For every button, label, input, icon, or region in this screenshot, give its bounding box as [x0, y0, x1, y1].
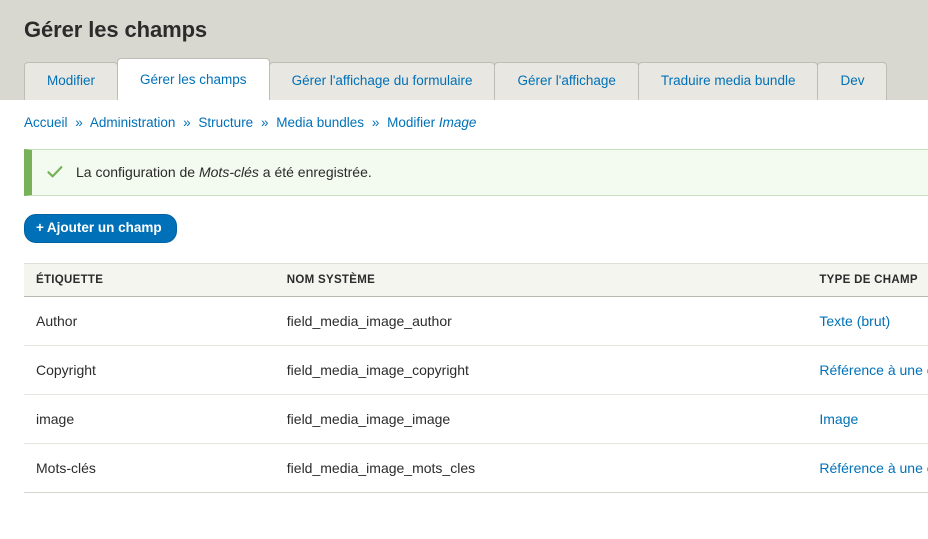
table-row: Author field_media_image_author Texte (b… — [24, 296, 928, 346]
fields-table-body: Author field_media_image_author Texte (b… — [24, 296, 928, 493]
field-type-link[interactable]: Référence à une entité — [819, 362, 928, 378]
cell-field-type: Référence à une entité — [819, 443, 928, 493]
tab-gerer-affichage[interactable]: Gérer l'affichage — [494, 62, 639, 100]
fields-table-head: ÉTIQUETTE NOM SYSTÈME TYPE DE CHAMP — [24, 263, 928, 297]
column-header-field-type: TYPE DE CHAMP — [819, 263, 928, 297]
breadcrumb-item-modifier[interactable]: Modifier — [387, 115, 435, 130]
field-type-link[interactable]: Image — [819, 411, 858, 427]
field-type-link[interactable]: Texte (brut) — [819, 313, 890, 329]
main-content: Accueil » Administration » Structure » M… — [0, 100, 928, 493]
status-message-text: La configuration de Mots-clés a été enre… — [76, 162, 372, 182]
breadcrumb-separator: » — [75, 115, 83, 130]
table-row: image field_media_image_image Image — [24, 394, 928, 444]
cell-field-machine-name: field_media_image_copyright — [286, 345, 820, 395]
action-links: + Ajouter un champ — [24, 214, 928, 243]
check-icon — [46, 163, 64, 181]
breadcrumb-item-structure[interactable]: Structure — [198, 115, 253, 130]
cell-field-label: Copyright — [24, 345, 287, 395]
breadcrumb-item-administration[interactable]: Administration — [90, 115, 176, 130]
cell-field-machine-name: field_media_image_author — [286, 296, 820, 346]
cell-field-type: Image — [819, 394, 928, 444]
breadcrumb-separator: » — [371, 115, 380, 130]
status-message: La configuration de Mots-clés a été enre… — [24, 149, 928, 196]
tab-gerer-les-champs[interactable]: Gérer les champs — [117, 58, 270, 100]
table-row: Mots-clés field_media_image_mots_cles Ré… — [24, 443, 928, 493]
fields-table: ÉTIQUETTE NOM SYSTÈME TYPE DE CHAMP Auth… — [24, 263, 928, 493]
page-header: Gérer les champs Modifier Gérer les cham… — [0, 0, 928, 100]
cell-field-type: Texte (brut) — [819, 296, 928, 346]
column-header-label: ÉTIQUETTE — [24, 263, 287, 297]
status-text-emphasis: Mots-clés — [198, 164, 259, 180]
column-header-machine-name: NOM SYSTÈME — [286, 263, 820, 297]
breadcrumb-separator: » — [183, 115, 191, 130]
field-type-link[interactable]: Référence à une entité — [819, 460, 928, 476]
primary-tabs: Modifier Gérer les champs Gérer l'affich… — [24, 58, 888, 100]
status-text-before: La configuration de — [76, 164, 199, 180]
tab-gerer-affichage-formulaire[interactable]: Gérer l'affichage du formulaire — [268, 62, 496, 100]
breadcrumb-item-accueil[interactable]: Accueil — [24, 115, 68, 130]
tab-modifier[interactable]: Modifier — [24, 62, 119, 100]
breadcrumb: Accueil » Administration » Structure » M… — [0, 100, 928, 132]
breadcrumb-item-media-bundles[interactable]: Media bundles — [276, 115, 364, 130]
plus-icon: + — [36, 220, 44, 235]
table-row: Copyright field_media_image_copyright Ré… — [24, 345, 928, 395]
cell-field-label: image — [24, 394, 287, 444]
breadcrumb-separator: » — [260, 115, 269, 130]
add-field-button[interactable]: + Ajouter un champ — [24, 214, 177, 243]
breadcrumb-item-image: Image — [438, 115, 477, 130]
cell-field-machine-name: field_media_image_image — [286, 394, 820, 444]
tab-devel[interactable]: Dev — [817, 62, 888, 100]
cell-field-label: Mots-clés — [24, 443, 287, 493]
cell-field-label: Author — [24, 296, 287, 346]
page-title: Gérer les champs — [24, 17, 208, 42]
add-field-button-label: Ajouter un champ — [46, 220, 162, 235]
cell-field-machine-name: field_media_image_mots_cles — [286, 443, 820, 493]
tab-traduire-media-bundle[interactable]: Traduire media bundle — [637, 62, 819, 100]
cell-field-type: Référence à une entité — [819, 345, 928, 395]
status-text-after: a été enregistrée. — [258, 164, 372, 180]
table-header-row: ÉTIQUETTE NOM SYSTÈME TYPE DE CHAMP — [24, 263, 928, 297]
